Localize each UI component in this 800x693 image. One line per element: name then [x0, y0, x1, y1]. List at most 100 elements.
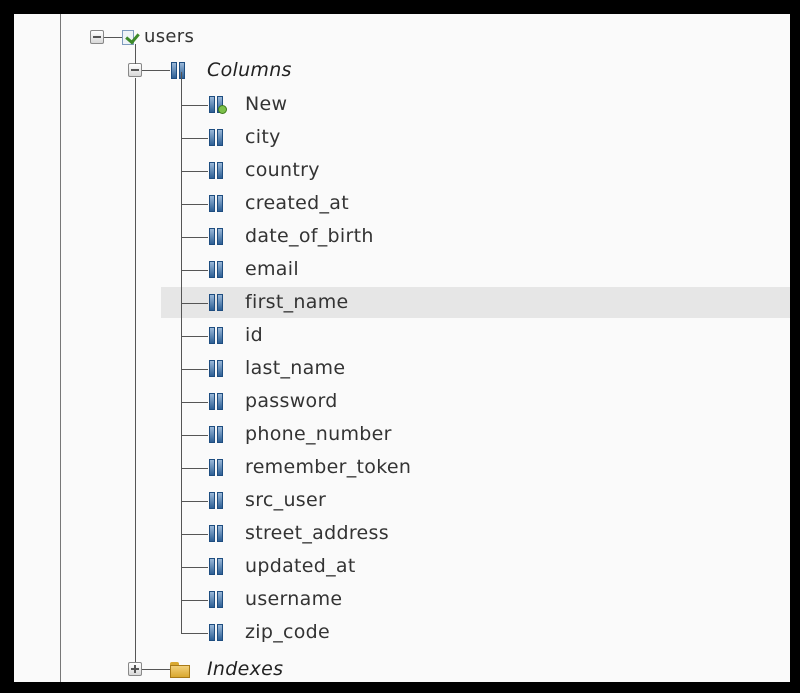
- column-item-date-of-birth[interactable]: date_of_birth: [14, 221, 790, 251]
- column-icon-bar: [209, 624, 215, 641]
- column-item-email[interactable]: email: [14, 254, 790, 284]
- column-icon-bar: [209, 459, 215, 476]
- column-icon: [208, 492, 226, 509]
- column-item-updated-at[interactable]: updated_at: [14, 551, 790, 581]
- column-icon: [208, 624, 226, 641]
- column-icon-bar: [209, 492, 215, 509]
- tree-guide-horizontal: [181, 468, 208, 469]
- tree-guide-horizontal: [181, 237, 208, 238]
- column-item-id[interactable]: id: [14, 320, 790, 350]
- column-icon: [208, 162, 226, 179]
- column-icon-bar: [217, 624, 223, 641]
- tree-guide-horizontal: [181, 336, 208, 337]
- columns-folder-icon: [170, 62, 188, 79]
- column-item-password[interactable]: password: [14, 386, 790, 416]
- column-item-city[interactable]: city: [14, 122, 790, 152]
- column-name-label: created_at: [245, 192, 349, 214]
- column-name-label: city: [245, 126, 281, 148]
- collapse-toggle-icon[interactable]: [90, 30, 104, 44]
- tree-guide-horizontal: [181, 171, 208, 172]
- tree-guide-horizontal: [181, 303, 208, 304]
- column-icon-bar: [217, 294, 223, 311]
- column-item-created-at[interactable]: created_at: [14, 188, 790, 218]
- tree-guide-horizontal: [104, 37, 122, 38]
- column-icon-bar: [217, 228, 223, 245]
- column-item-phone-number[interactable]: phone_number: [14, 419, 790, 449]
- tree-guide-horizontal: [181, 138, 208, 139]
- column-icon: [208, 129, 226, 146]
- tree-guide-horizontal: [181, 600, 208, 601]
- tree-guide-horizontal: [181, 369, 208, 370]
- tree-node-columns-folder[interactable]: Columns: [14, 55, 790, 85]
- column-icon-bar: [217, 492, 223, 509]
- column-icon-bar: [209, 129, 215, 146]
- column-icon-bar: [217, 393, 223, 410]
- column-icon-bar: [217, 426, 223, 443]
- column-item-remember-token[interactable]: remember_token: [14, 452, 790, 482]
- column-icon: [208, 426, 226, 443]
- column-name-label: street_address: [245, 522, 389, 544]
- screenshot-frame: users Columns New city country created_atdate…: [3, 3, 797, 690]
- tree-guide-vertical: [135, 44, 136, 64]
- collapse-toggle-icon[interactable]: [128, 63, 142, 77]
- column-name-label: email: [245, 258, 299, 280]
- tree-node-table-users[interactable]: users: [14, 22, 790, 52]
- column-icon-bar: [209, 393, 215, 410]
- column-name-label: id: [245, 324, 263, 346]
- column-name-label: zip_code: [245, 621, 331, 643]
- tree-guide-horizontal: [181, 270, 208, 271]
- column-name-label: username: [245, 588, 343, 610]
- column-icon: [208, 558, 226, 575]
- table-check-icon: [122, 28, 140, 46]
- column-icon: [208, 261, 226, 278]
- column-item-last-name[interactable]: last_name: [14, 353, 790, 383]
- column-icon-bar: [209, 228, 215, 245]
- column-icon-bar: [217, 195, 223, 212]
- tree-guide-vertical: [135, 78, 136, 662]
- column-icon-bar: [209, 360, 215, 377]
- column-icon-bar: [209, 327, 215, 344]
- column-name-label: country: [245, 159, 320, 181]
- add-column-icon: [208, 96, 227, 114]
- folder-icon: [170, 662, 192, 678]
- column-name-label: src_user: [245, 489, 327, 511]
- column-name-label: remember_token: [245, 456, 412, 478]
- column-item-street-address[interactable]: street_address: [14, 518, 790, 548]
- column-icon-bar: [209, 96, 215, 113]
- column-item-country[interactable]: country: [14, 155, 790, 185]
- column-icon: [208, 459, 226, 476]
- tree-guide-horizontal: [181, 567, 208, 568]
- tree-guide-horizontal: [181, 534, 208, 535]
- column-icon: [208, 360, 226, 377]
- column-icon-bar: [217, 261, 223, 278]
- column-icon-bar: [209, 162, 215, 179]
- column-name-label: first_name: [245, 291, 349, 313]
- column-item-zip-code[interactable]: zip_code: [14, 617, 790, 647]
- column-name-label: date_of_birth: [245, 225, 374, 247]
- new-column-label: New: [245, 93, 288, 115]
- column-item-first-name[interactable]: first_name: [14, 287, 790, 318]
- tree-guide-horizontal: [181, 501, 208, 502]
- column-icon: [208, 294, 226, 311]
- column-icon-bar: [217, 459, 223, 476]
- column-icon-bar: [209, 195, 215, 212]
- column-icon-bar: [217, 129, 223, 146]
- column-icon-bar: [209, 294, 215, 311]
- new-column-item[interactable]: New: [14, 89, 790, 119]
- tree-guide-horizontal: [181, 435, 208, 436]
- column-name-label: updated_at: [245, 555, 356, 577]
- column-name-label: phone_number: [245, 423, 392, 445]
- column-icon: [208, 591, 226, 608]
- column-icon-bar: [209, 426, 215, 443]
- tree-guide-horizontal: [181, 402, 208, 403]
- tree-node-indexes-folder[interactable]: Indexes: [14, 654, 790, 682]
- expand-toggle-icon[interactable]: [128, 662, 142, 676]
- column-item-username[interactable]: username: [14, 584, 790, 614]
- columns-folder-label: Columns: [207, 59, 292, 81]
- column-icon: [208, 327, 226, 344]
- column-icon-bar: [217, 162, 223, 179]
- column-icon-bar: [217, 525, 223, 542]
- column-item-src-user[interactable]: src_user: [14, 485, 790, 515]
- column-name-label: password: [245, 390, 338, 412]
- indexes-folder-label: Indexes: [207, 658, 284, 680]
